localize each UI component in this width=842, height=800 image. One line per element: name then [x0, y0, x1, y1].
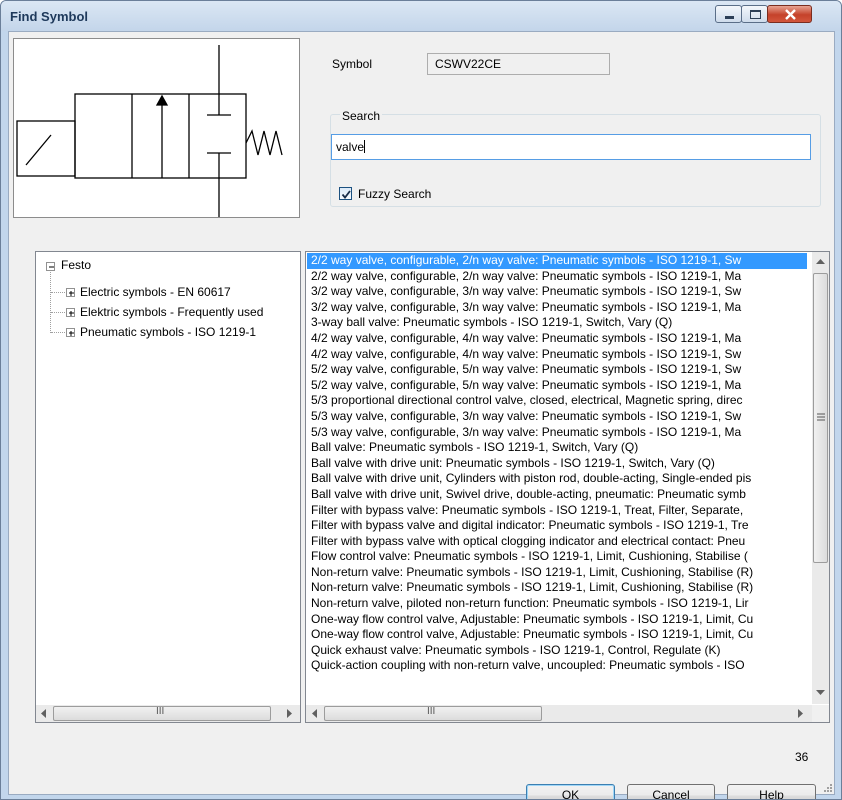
- symbol-value-field: CSWV22CE: [427, 53, 610, 75]
- tree-node-elektric-symbols[interactable]: Elektric symbols - Frequently used: [80, 305, 263, 319]
- minimize-icon: [725, 16, 734, 19]
- tree-horizontal-scrollbar[interactable]: III: [36, 705, 300, 722]
- result-item[interactable]: Quick exhaust valve: Pneumatic symbols -…: [307, 643, 807, 659]
- scroll-up-icon[interactable]: [816, 258, 825, 264]
- symbol-value: CSWV22CE: [435, 57, 502, 71]
- result-count: 36: [795, 750, 809, 764]
- result-item[interactable]: Non-return valve, piloted non-return fun…: [307, 596, 807, 612]
- result-item[interactable]: 5/2 way valve, configurable, 5/n way val…: [307, 362, 807, 378]
- maximize-button[interactable]: [741, 5, 768, 23]
- result-item[interactable]: 5/3 proportional directional control val…: [307, 393, 807, 409]
- result-item[interactable]: Quick-action coupling with non-return va…: [307, 658, 807, 674]
- result-item[interactable]: Ball valve with drive unit, Cylinders wi…: [307, 471, 807, 487]
- result-item[interactable]: One-way flow control valve, Adjustable: …: [307, 612, 807, 628]
- scroll-left-icon[interactable]: [311, 709, 319, 718]
- scroll-down-icon[interactable]: [816, 690, 825, 696]
- results-list[interactable]: 2/2 way valve, configurable, 2/n way val…: [305, 251, 830, 723]
- find-symbol-window: Find Symbol Symbol CSWV22CE Search valve…: [0, 0, 842, 800]
- result-item[interactable]: 2/2 way valve, configurable, 2/n way val…: [307, 269, 807, 285]
- result-item[interactable]: Filter with bypass valve with optical cl…: [307, 534, 807, 550]
- window-title: Find Symbol: [10, 9, 88, 24]
- fuzzy-search-label[interactable]: Fuzzy Search: [358, 187, 431, 201]
- cancel-button[interactable]: Cancel: [627, 784, 715, 799]
- resize-grip-icon[interactable]: [822, 782, 832, 792]
- result-item[interactable]: 4/2 way valve, configurable, 4/n way val…: [307, 347, 807, 363]
- category-tree[interactable]: Festo Electric symbols - EN 60617 Elektr…: [35, 251, 301, 723]
- scroll-right-icon[interactable]: [796, 709, 804, 718]
- help-button[interactable]: Help: [727, 784, 816, 799]
- result-item[interactable]: Ball valve with drive unit, Swivel drive…: [307, 487, 807, 503]
- result-item[interactable]: 5/2 way valve, configurable, 5/n way val…: [307, 378, 807, 394]
- result-item[interactable]: 3/2 way valve, configurable, 3/n way val…: [307, 300, 807, 316]
- result-item[interactable]: Non-return valve: Pneumatic symbols - IS…: [307, 580, 807, 596]
- text-caret: [364, 140, 366, 153]
- tree-line: [51, 312, 65, 313]
- expand-icon[interactable]: [66, 308, 75, 317]
- result-item[interactable]: Ball valve: Pneumatic symbols - ISO 1219…: [307, 440, 807, 456]
- result-item[interactable]: Flow control valve: Pneumatic symbols - …: [307, 549, 807, 565]
- search-value: valve: [336, 140, 365, 154]
- tree-line: [51, 332, 65, 333]
- result-item[interactable]: 5/3 way valve, configurable, 3/n way val…: [307, 409, 807, 425]
- collapse-icon[interactable]: [46, 262, 55, 271]
- minimize-button[interactable]: [715, 5, 742, 23]
- results-horizontal-scrollbar[interactable]: III: [306, 705, 812, 722]
- dialog-body: Symbol CSWV22CE Search valve Fuzzy Searc…: [8, 31, 835, 799]
- result-item[interactable]: 5/3 way valve, configurable, 3/n way val…: [307, 425, 807, 441]
- result-item[interactable]: Ball valve with drive unit: Pneumatic sy…: [307, 456, 807, 472]
- results-vertical-scrollbar[interactable]: [812, 252, 829, 704]
- title-bar[interactable]: Find Symbol: [1, 1, 841, 31]
- result-item[interactable]: 4/2 way valve, configurable, 4/n way val…: [307, 331, 807, 347]
- scroll-grip: III: [156, 706, 165, 717]
- result-item[interactable]: Filter with bypass valve: Pneumatic symb…: [307, 503, 807, 519]
- scroll-corner: [812, 705, 829, 722]
- result-item[interactable]: 2/2 way valve, configurable, 2/n way val…: [307, 253, 807, 269]
- symbol-label: Symbol: [332, 57, 373, 71]
- fuzzy-search-checkbox[interactable]: [339, 187, 352, 200]
- scroll-left-icon[interactable]: [40, 709, 48, 718]
- valve-symbol-icon: [16, 45, 283, 217]
- tree-node-festo[interactable]: Festo: [61, 258, 91, 272]
- close-icon: [785, 9, 796, 20]
- scroll-grip: [817, 413, 825, 421]
- result-item[interactable]: One-way flow control valve, Adjustable: …: [307, 627, 807, 643]
- symbol-preview: [13, 38, 300, 218]
- close-button[interactable]: [767, 5, 812, 23]
- results-rows: 2/2 way valve, configurable, 2/n way val…: [307, 253, 807, 704]
- scroll-grip: III: [427, 706, 436, 717]
- expand-icon[interactable]: [66, 288, 75, 297]
- result-item[interactable]: 3-way ball valve: Pneumatic symbols - IS…: [307, 315, 807, 331]
- results-scroll-thumb[interactable]: [813, 273, 828, 563]
- scroll-right-icon[interactable]: [285, 709, 293, 718]
- tree-node-electric-symbols[interactable]: Electric symbols - EN 60617: [80, 285, 231, 299]
- tree-line: [51, 292, 65, 293]
- maximize-icon: [750, 10, 761, 19]
- check-icon: [341, 190, 351, 199]
- ok-button[interactable]: OK: [526, 784, 615, 799]
- result-item[interactable]: Filter with bypass valve and digital ind…: [307, 518, 807, 534]
- search-input[interactable]: valve: [331, 134, 811, 160]
- expand-icon[interactable]: [66, 328, 75, 337]
- tree-line: [50, 272, 51, 333]
- result-item[interactable]: 3/2 way valve, configurable, 3/n way val…: [307, 284, 807, 300]
- result-item[interactable]: Non-return valve: Pneumatic symbols - IS…: [307, 565, 807, 581]
- tree-node-pneumatic-symbols[interactable]: Pneumatic symbols - ISO 1219-1: [80, 325, 256, 339]
- search-group-label: Search: [340, 109, 383, 123]
